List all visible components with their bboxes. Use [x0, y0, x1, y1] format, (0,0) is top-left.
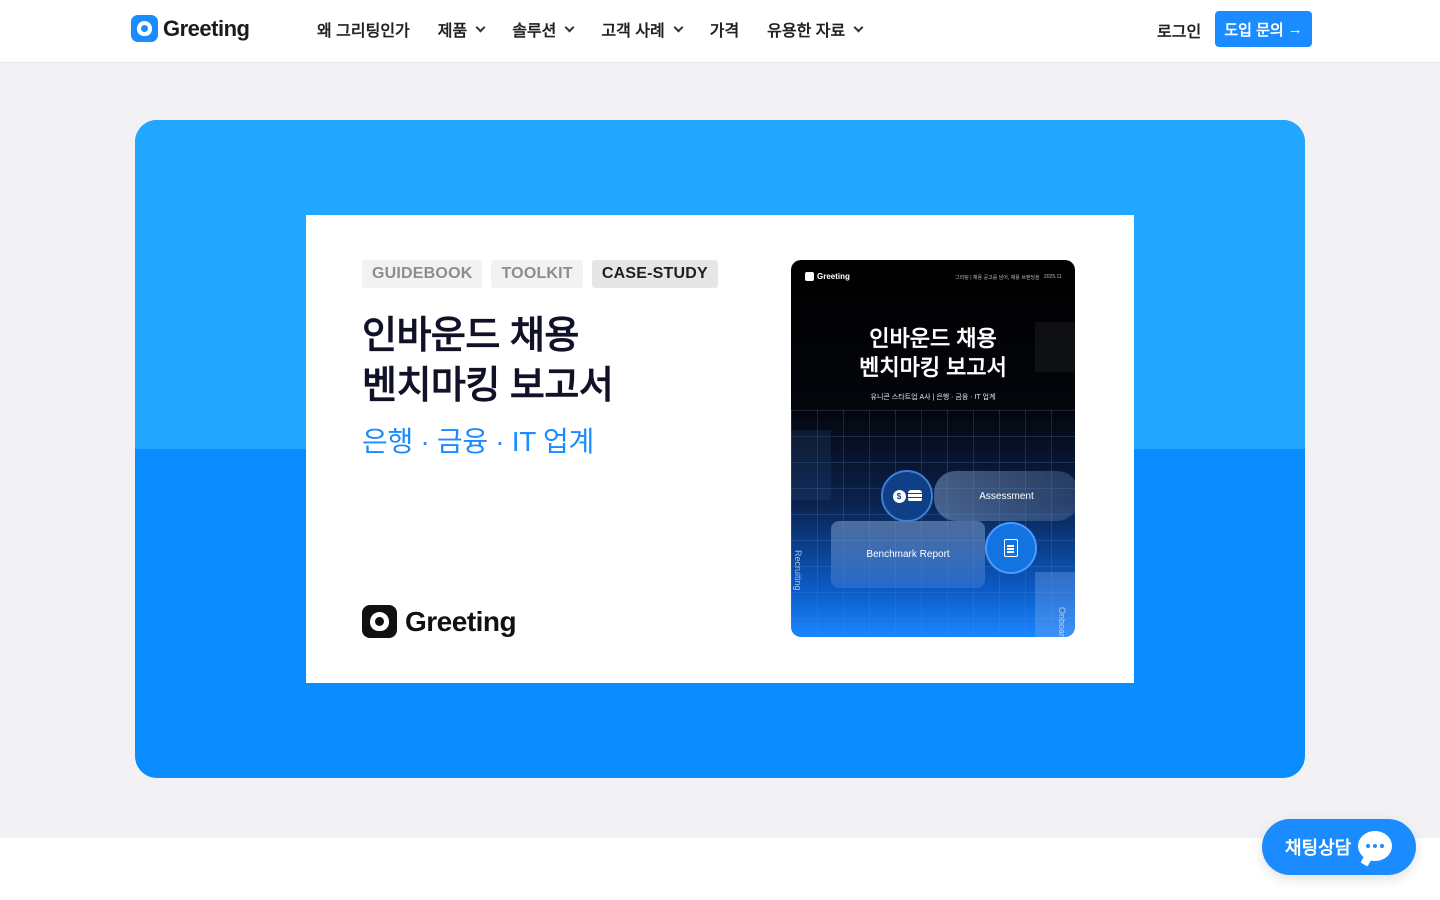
logo-text: Greeting: [163, 15, 250, 41]
nav-item-resources[interactable]: 유용한 자료: [767, 17, 864, 41]
dollar-coin: $: [892, 489, 906, 503]
tag-toolkit[interactable]: TOOLKIT: [491, 260, 583, 288]
greeting-logo-icon: [362, 605, 397, 638]
chat-label: 채팅상담: [1285, 838, 1352, 858]
card-subtitle: 은행 · 금융 · IT 업계: [362, 426, 594, 457]
site-header: Greeting 왜 그리팅인가 제품 솔루션 고객 사례 가격 유용한 자료 …: [0, 0, 1440, 63]
greeting-logo-icon: [805, 272, 814, 281]
resource-card[interactable]: GUIDEBOOK TOOLKIT CASE-STUDY 인바운드 채용 벤치마…: [306, 215, 1134, 683]
chevron-down-icon: [853, 22, 864, 32]
nav-item-why-greeting[interactable]: 왜 그리팅인가: [317, 17, 410, 41]
tag-guidebook[interactable]: GUIDEBOOK: [362, 260, 483, 288]
cover-deco: [1035, 572, 1075, 637]
cover-subtitle: 유니콘 스타트업 A사 | 은행 · 금융 · IT 업계: [870, 394, 996, 401]
chat-bubble-icon: [1358, 831, 1392, 861]
contact-sales-button[interactable]: 도입 문의 →: [1215, 11, 1312, 47]
cover-date: 2025.11: [1044, 274, 1062, 280]
nav-label: 제품: [437, 23, 468, 40]
cover-logo-text: Greeting: [817, 272, 850, 281]
greeting-logo-icon: [131, 15, 158, 42]
cover-side-text: Recruiting: [793, 550, 803, 591]
chevron-down-icon: [564, 22, 575, 32]
chat-consult-button[interactable]: 채팅상담: [1262, 819, 1416, 875]
chevron-down-icon: [475, 22, 486, 32]
nav-item-customer-cases[interactable]: 고객 사례: [601, 17, 684, 41]
nav-item-solution[interactable]: 솔루션: [512, 17, 575, 41]
cta-label: 도입 문의: [1224, 21, 1284, 39]
nav-label: 고객 사례: [601, 23, 665, 40]
nav-label: 솔루션: [512, 23, 557, 40]
arrow-right-icon: →: [1287, 20, 1303, 38]
card-logo-text: Greeting: [405, 605, 517, 637]
nav-label: 가격: [709, 23, 740, 40]
document-icon: [985, 522, 1037, 574]
nav-item-product[interactable]: 제품: [437, 17, 486, 41]
cover-deco: [791, 430, 831, 500]
tag-list: GUIDEBOOK TOOLKIT CASE-STUDY: [362, 260, 718, 288]
cover-assessment-pill: Assessment: [934, 471, 1075, 521]
coins-icon: $: [881, 470, 933, 522]
card-greeting-logo: Greeting: [362, 605, 517, 638]
login-link[interactable]: 로그인: [1157, 18, 1201, 42]
main-nav: 왜 그리팅인가 제품 솔루션 고객 사례 가격 유용한 자료: [317, 17, 890, 41]
greeting-logo[interactable]: Greeting: [131, 15, 250, 42]
document-shape: [1004, 539, 1018, 557]
nav-label: 유용한 자료: [767, 23, 846, 40]
coin-stack: [907, 490, 922, 502]
tag-case-study[interactable]: CASE-STUDY: [591, 260, 718, 288]
report-cover-image: Greeting 그리팅 | 채용 공고를 넘어, 채용 브랜딩을 2025.1…: [791, 260, 1075, 637]
nav-item-pricing[interactable]: 가격: [710, 17, 739, 41]
cover-logo: Greeting: [805, 272, 850, 281]
cover-title: 인바운드 채용 벤치마킹 보고서: [859, 326, 1007, 380]
cover-side-text: Onboard: [1057, 607, 1067, 637]
cover-benchmark-pill: Benchmark Report: [831, 521, 985, 588]
cover-meta: 그리팅 | 채용 공고를 넘어, 채용 브랜딩을: [955, 275, 1040, 281]
chevron-down-icon: [673, 22, 684, 32]
card-title: 인바운드 채용 벤치마킹 보고서: [362, 315, 614, 407]
nav-label: 왜 그리팅인가: [317, 23, 410, 40]
